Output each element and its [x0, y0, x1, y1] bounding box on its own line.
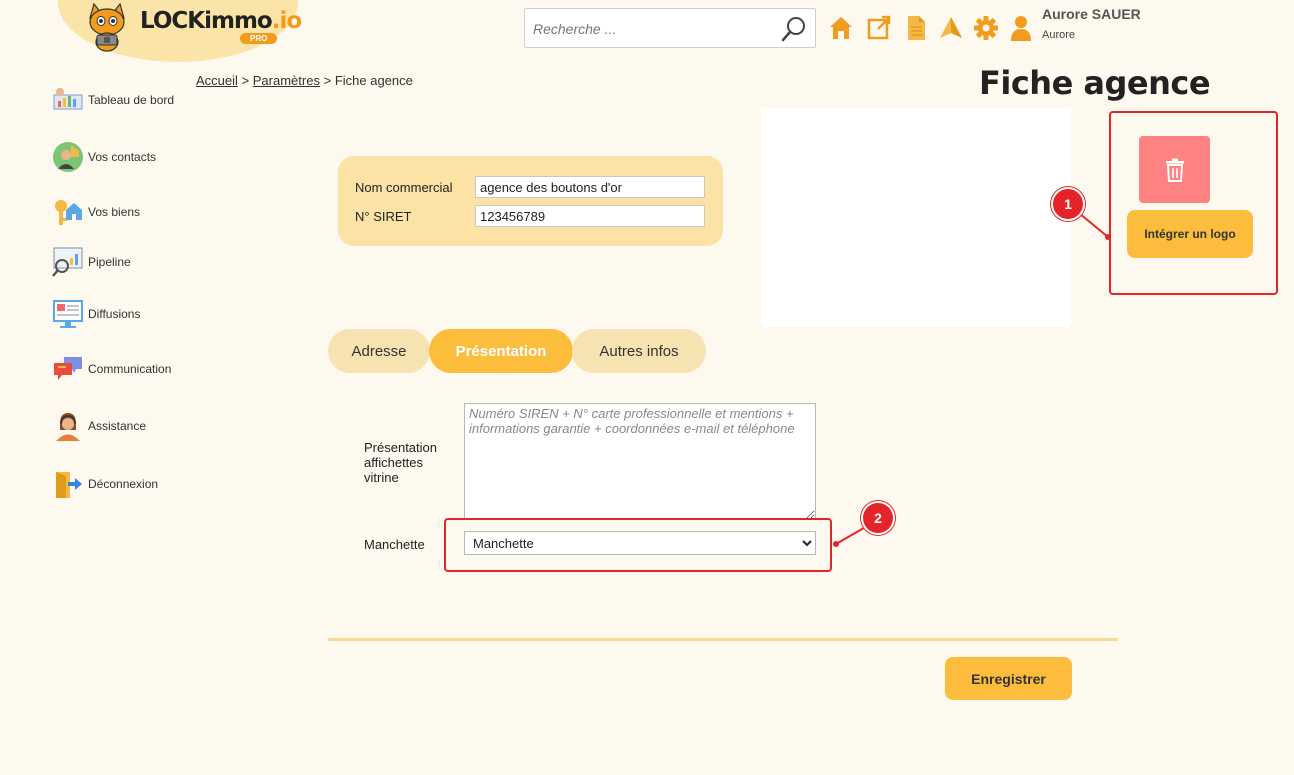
search-box — [524, 8, 816, 48]
commercial-name-label: Nom commercial — [355, 180, 453, 195]
sidebar-item-logout[interactable]: Déconnexion — [52, 468, 158, 500]
sidebar-item-label: Tableau de bord — [88, 93, 175, 107]
user-icon[interactable] — [1008, 14, 1034, 42]
breadcrumb-settings-link[interactable]: Paramètres — [253, 73, 320, 88]
sidebar-item-assistance[interactable]: Assistance — [52, 410, 146, 442]
tab-presentation[interactable]: Présentation — [429, 329, 573, 373]
page-title: Fiche agence — [979, 64, 1211, 102]
tab-other-info[interactable]: Autres infos — [572, 329, 706, 373]
home-icon[interactable] — [828, 14, 854, 42]
broadcast-icon — [52, 298, 84, 330]
sidebar-item-label: Vos biens — [88, 205, 141, 219]
user-subtitle: Aurore — [1042, 29, 1076, 41]
property-key-icon — [52, 196, 84, 228]
agency-identity-card — [338, 156, 723, 246]
trash-icon — [1165, 158, 1184, 182]
chat-bubbles-icon — [52, 353, 84, 385]
document-icon[interactable] — [903, 14, 929, 42]
manchette-select[interactable]: Manchette — [464, 531, 816, 555]
breadcrumb-separator: > — [241, 73, 250, 88]
brand-logo[interactable]: LOCKimmo.io — [140, 8, 302, 34]
sidebar-item-pipeline[interactable]: Pipeline — [52, 246, 131, 278]
presentation-textarea[interactable] — [464, 403, 816, 520]
siret-input[interactable] — [475, 205, 705, 227]
sidebar-item-label: Diffusions — [88, 307, 141, 321]
search-input[interactable] — [533, 18, 773, 40]
pipeline-icon — [52, 246, 84, 278]
gear-icon[interactable] — [973, 14, 999, 42]
sidebar-item-properties[interactable]: Vos biens — [52, 196, 140, 228]
sidebar-item-communication[interactable]: Communication — [52, 353, 171, 385]
annotation-marker-2: 2 — [863, 503, 893, 533]
logout-icon — [52, 468, 84, 500]
brand-name: LOCKimmo — [140, 8, 273, 34]
commercial-name-input[interactable] — [475, 176, 705, 198]
breadcrumb-current: Fiche agence — [334, 73, 413, 88]
delete-logo-button[interactable] — [1139, 136, 1210, 203]
contacts-icon — [52, 141, 84, 173]
user-name[interactable]: Aurore SAUER — [1042, 6, 1141, 22]
siret-label: N° SIRET — [355, 209, 412, 224]
sidebar-item-label: Pipeline — [88, 255, 131, 269]
cat-mascot-icon — [89, 2, 125, 52]
dashboard-icon — [52, 84, 84, 116]
breadcrumb-separator: > — [323, 73, 332, 88]
save-button[interactable]: Enregistrer — [945, 657, 1072, 700]
sidebar-item-diffusions[interactable]: Diffusions — [52, 298, 140, 330]
sidebar-item-label: Déconnexion — [88, 477, 159, 491]
section-divider — [328, 638, 1118, 641]
presentation-label: Présentation affichettes vitrine — [364, 440, 437, 485]
breadcrumb-home-link[interactable]: Accueil — [196, 73, 238, 88]
sidebar-item-label: Communication — [88, 362, 172, 376]
logo-preview — [761, 108, 1071, 327]
paper-plane-icon[interactable] — [938, 14, 964, 42]
annotation-marker-1: 1 — [1053, 189, 1083, 219]
sidebar-item-contacts[interactable]: Vos contacts — [52, 141, 156, 173]
tab-address[interactable]: Adresse — [328, 329, 430, 373]
sidebar-item-label: Assistance — [88, 419, 147, 433]
brand-suffix: .io — [271, 8, 302, 34]
integrate-logo-button[interactable]: Intégrer un logo — [1127, 210, 1253, 258]
search-icon[interactable] — [781, 16, 807, 42]
sidebar-item-dashboard[interactable]: Tableau de bord — [52, 84, 174, 116]
breadcrumb: Accueil > Paramètres > Fiche agence — [196, 73, 413, 88]
manchette-label: Manchette — [364, 537, 425, 552]
brand-badge: PRO — [240, 33, 278, 44]
external-link-icon[interactable] — [866, 14, 892, 42]
sidebar-item-label: Vos contacts — [88, 150, 157, 164]
support-agent-icon — [52, 410, 84, 442]
